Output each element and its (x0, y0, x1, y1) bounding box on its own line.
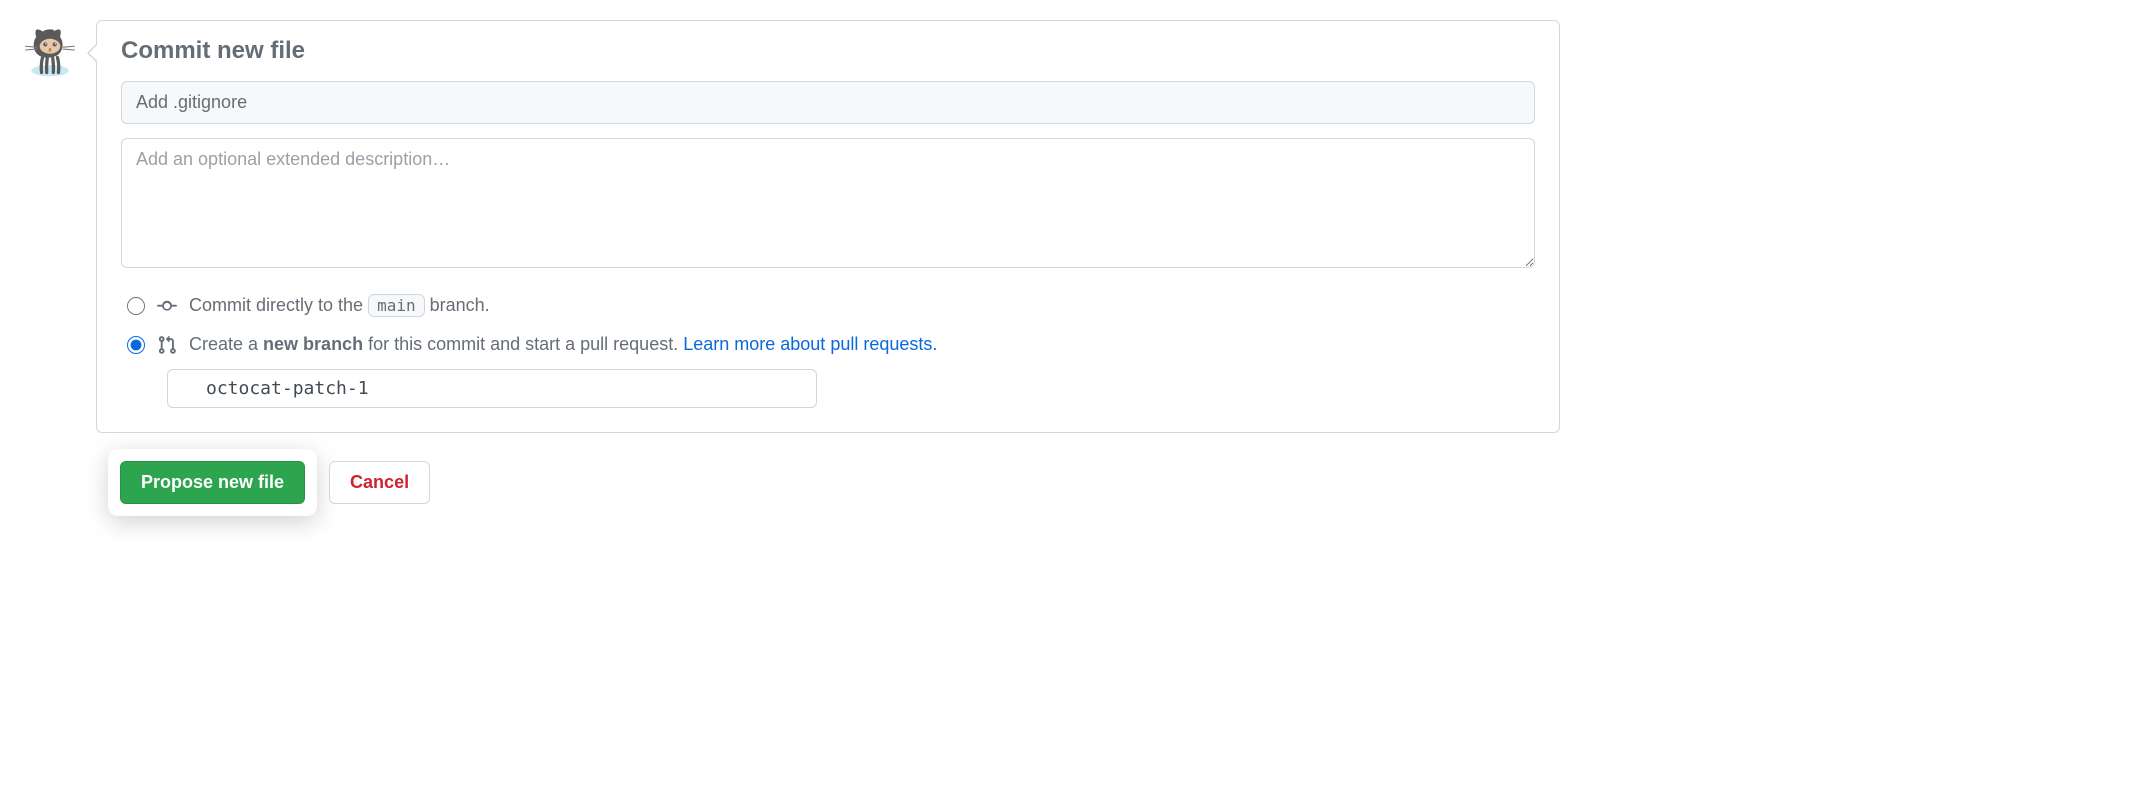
highlight-wrap: Propose new file (108, 449, 317, 516)
commit-summary-input[interactable] (121, 81, 1535, 124)
cancel-button[interactable]: Cancel (329, 461, 430, 504)
propose-new-file-button[interactable]: Propose new file (120, 461, 305, 504)
commit-box: Commit new file Commit directly to the m… (96, 20, 1560, 433)
commit-description-textarea[interactable] (121, 138, 1535, 268)
commit-newbranch-option[interactable]: Create a new branch for this commit and … (121, 330, 1535, 359)
commit-newbranch-label: Create a new branch for this commit and … (189, 334, 937, 355)
form-body: Commit new file Commit directly to the m… (97, 21, 1559, 432)
form-actions: Propose new file Cancel (108, 449, 2123, 516)
avatar (20, 20, 80, 80)
main-branch-chip: main (368, 294, 425, 317)
octocat-icon (20, 20, 80, 80)
commit-form-container: Commit new file Commit directly to the m… (20, 20, 1560, 433)
git-pull-request-icon (157, 335, 177, 355)
branch-name-wrap (167, 369, 1535, 408)
commit-direct-label: Commit directly to the main branch. (189, 295, 490, 316)
branch-name-input[interactable] (167, 369, 817, 408)
commit-direct-radio[interactable] (127, 297, 145, 315)
git-commit-icon (157, 296, 177, 316)
commit-newbranch-radio[interactable] (127, 336, 145, 354)
learn-more-link[interactable]: Learn more about pull requests. (683, 334, 937, 354)
page-title: Commit new file (121, 37, 1535, 65)
commit-direct-option[interactable]: Commit directly to the main branch. (121, 291, 1535, 320)
